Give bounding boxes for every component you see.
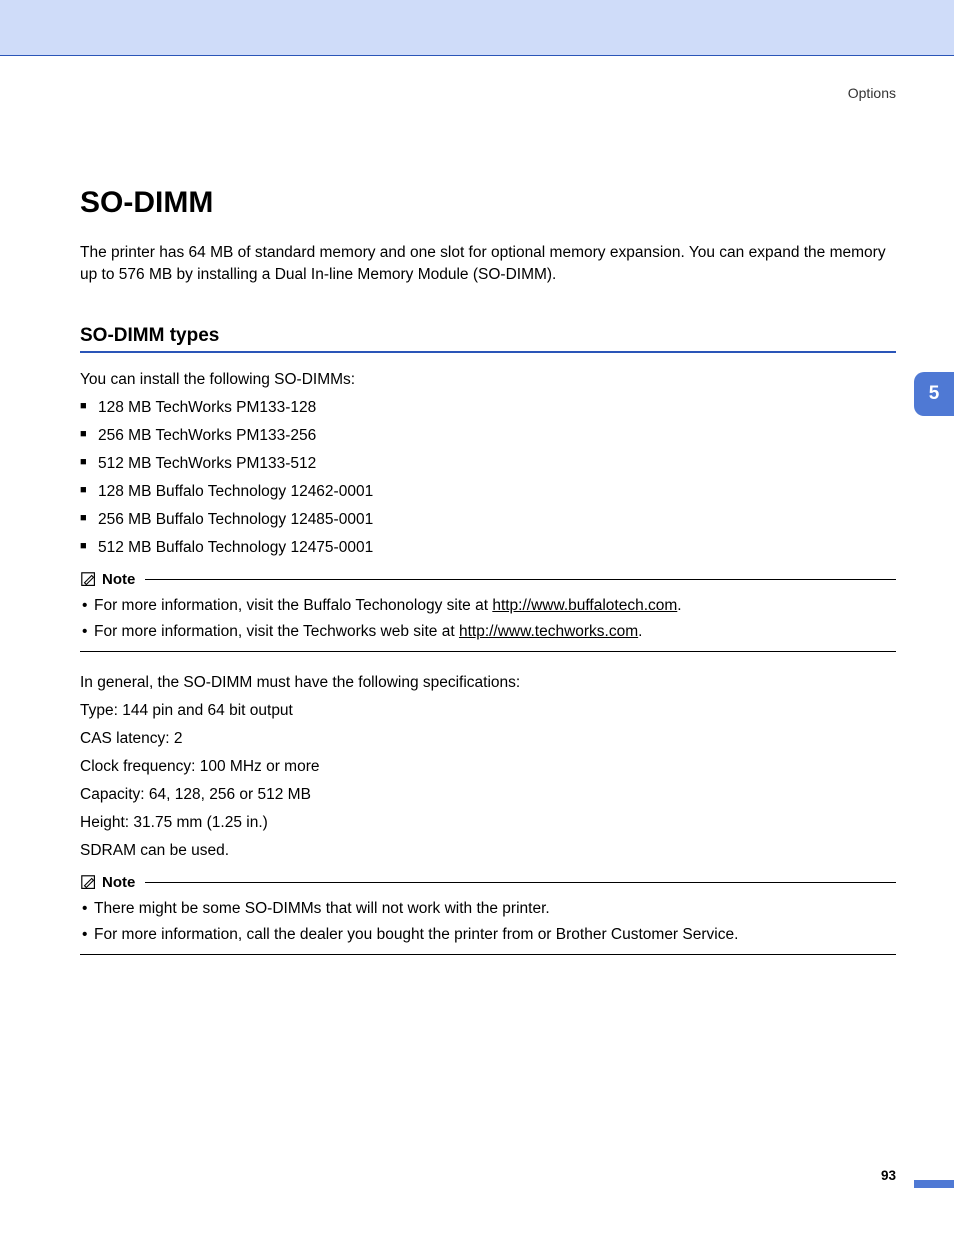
- buffalo-link[interactable]: http://www.buffalotech.com: [492, 597, 677, 614]
- note-rule: [145, 579, 896, 580]
- note-header: Note: [80, 874, 896, 892]
- list-lead: You can install the following SO-DIMMs:: [80, 371, 896, 389]
- note-rule: [145, 882, 896, 883]
- note-item: For more information, visit the Techwork…: [80, 623, 896, 641]
- spec-line: SDRAM can be used.: [80, 842, 896, 860]
- list-item: 512 MB TechWorks PM133-512: [80, 455, 896, 473]
- spec-line: Height: 31.75 mm (1.25 in.): [80, 814, 896, 832]
- note-label: Note: [102, 874, 135, 891]
- footer-accent: [914, 1180, 954, 1188]
- spec-line: Capacity: 64, 128, 256 or 512 MB: [80, 786, 896, 804]
- spec-group: In general, the SO-DIMM must have the fo…: [80, 674, 896, 860]
- note-text: For more information, visit the Buffalo …: [94, 597, 492, 614]
- note-label: Note: [102, 571, 135, 588]
- note-close-rule: [80, 954, 896, 955]
- list-item: 128 MB Buffalo Technology 12462-0001: [80, 483, 896, 501]
- section-subtitle: SO-DIMM types: [80, 325, 896, 353]
- page-content: SO-DIMM The printer has 64 MB of standar…: [0, 56, 954, 955]
- note-item: For more information, call the dealer yo…: [80, 926, 896, 944]
- page-number: 93: [881, 1168, 896, 1183]
- note-block-1: Note For more information, visit the Buf…: [80, 571, 896, 652]
- list-item: 256 MB TechWorks PM133-256: [80, 427, 896, 445]
- list-item: 128 MB TechWorks PM133-128: [80, 399, 896, 417]
- note-text: For more information, visit the Techwork…: [94, 623, 459, 640]
- note-pencil-icon: [80, 571, 98, 589]
- header-band: [0, 0, 954, 56]
- note-text: .: [677, 597, 681, 614]
- note-close-rule: [80, 651, 896, 652]
- page-title: SO-DIMM: [80, 186, 896, 220]
- chapter-tab: 5: [914, 372, 954, 416]
- section-header: Options: [848, 85, 896, 101]
- note-item: For more information, visit the Buffalo …: [80, 597, 896, 615]
- note-text: .: [638, 623, 642, 640]
- list-item: 512 MB Buffalo Technology 12475-0001: [80, 539, 896, 557]
- spec-lead: In general, the SO-DIMM must have the fo…: [80, 674, 896, 692]
- spec-line: CAS latency: 2: [80, 730, 896, 748]
- list-item: 256 MB Buffalo Technology 12485-0001: [80, 511, 896, 529]
- note-pencil-icon: [80, 874, 98, 892]
- note-item: There might be some SO-DIMMs that will n…: [80, 900, 896, 918]
- note-block-2: Note There might be some SO-DIMMs that w…: [80, 874, 896, 955]
- spec-line: Clock frequency: 100 MHz or more: [80, 758, 896, 776]
- techworks-link[interactable]: http://www.techworks.com: [459, 623, 638, 640]
- note-header: Note: [80, 571, 896, 589]
- spec-line: Type: 144 pin and 64 bit output: [80, 702, 896, 720]
- intro-paragraph: The printer has 64 MB of standard memory…: [80, 242, 896, 287]
